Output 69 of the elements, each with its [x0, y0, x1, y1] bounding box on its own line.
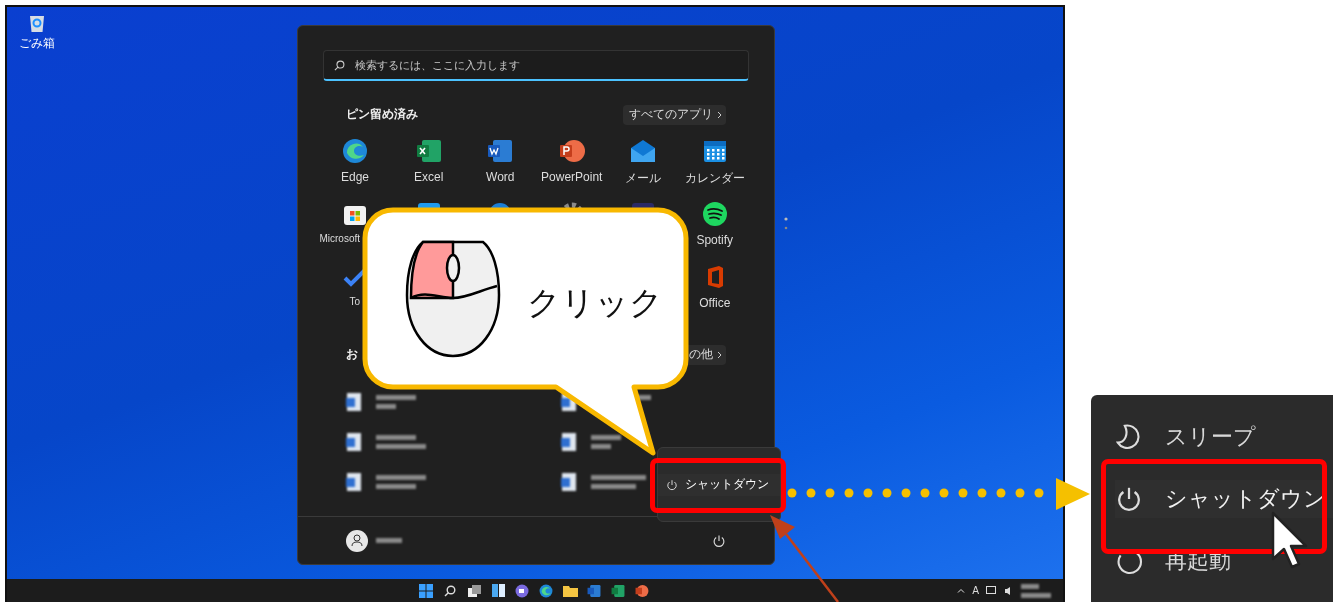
spotify-icon: [701, 201, 728, 227]
app-tile[interactable]: Microsoft: [317, 201, 393, 264]
word-button[interactable]: [586, 582, 602, 599]
blurred-clock: [1021, 583, 1051, 598]
app-tile[interactable]: カレンダー: [679, 138, 751, 201]
blurred-user-name: [376, 538, 402, 543]
edge-button[interactable]: [538, 582, 554, 599]
app-tile[interactable]: Office: [679, 264, 751, 327]
windows-stack-icon: [467, 584, 481, 597]
spreadsheet-icon: [415, 138, 442, 164]
callout-text: クリック: [527, 282, 663, 324]
file-icon: [346, 432, 362, 452]
app-tile[interactable]: Word: [464, 138, 536, 201]
search-icon: [334, 59, 345, 71]
video-chat-icon: [515, 583, 529, 598]
excel-button[interactable]: [610, 582, 626, 599]
file-icon: [561, 432, 577, 452]
edge-icon: [539, 583, 553, 598]
file-icon: [346, 472, 362, 492]
input-mode-indicator[interactable]: A: [972, 585, 979, 596]
app-tile[interactable]: Excel: [393, 138, 465, 201]
section-title: お: [346, 346, 358, 363]
calendar-icon: [701, 138, 728, 164]
blurred-file-name: [591, 435, 621, 449]
edge-icon: [342, 138, 368, 164]
chat-button[interactable]: [514, 582, 530, 599]
app-tile[interactable]: Edge: [317, 138, 393, 201]
chevron-icon: [717, 350, 722, 359]
blurred-file-name: [591, 475, 646, 489]
windows-icon: [419, 583, 433, 598]
all-apps-button[interactable]: すべてのアプリ: [623, 104, 726, 125]
power-icon: [666, 478, 678, 491]
blurred-file-name: [376, 395, 416, 409]
recycle-bin-icon[interactable]: [28, 13, 46, 33]
file-icon: [346, 392, 362, 412]
document-icon: [587, 583, 601, 598]
recycle-bin-label: ごみ箱: [19, 35, 55, 52]
power-icon: [712, 533, 726, 548]
envelope-icon: [630, 138, 657, 164]
presentation-icon: [558, 138, 585, 164]
file-icon: [561, 472, 577, 492]
person-icon: [351, 534, 363, 547]
chevron-icon: [717, 110, 722, 119]
section-title: ピン留め済み: [346, 106, 418, 123]
presentation-icon: [635, 583, 649, 598]
powerpoint-button[interactable]: [634, 582, 650, 599]
blurred-file-name: [376, 435, 426, 449]
page-dots-icon: [784, 217, 788, 230]
spreadsheet-icon: [611, 583, 625, 598]
mouse-cursor-icon: [1271, 511, 1309, 571]
start-button[interactable]: [418, 582, 434, 599]
app-tile[interactable]: Spotify: [679, 201, 751, 264]
search-input[interactable]: 検索するには、ここに入力します: [353, 58, 738, 72]
search-icon: [444, 584, 456, 597]
task-view-button[interactable]: [466, 582, 482, 599]
search-field[interactable]: 検索するには、ここに入力します: [323, 50, 749, 81]
document-icon: [487, 138, 514, 164]
widgets-button[interactable]: [490, 582, 506, 599]
app-tile[interactable]: メール: [607, 138, 679, 201]
chevron-up-icon[interactable]: [957, 588, 966, 593]
monitor-icon[interactable]: [986, 585, 997, 596]
power-menu-item[interactable]: スリープ: [1115, 417, 1333, 456]
app-tile[interactable]: To: [317, 264, 393, 327]
blurred-file-name: [376, 475, 426, 489]
app-tile[interactable]: PowerPoint: [536, 138, 608, 201]
user-avatar[interactable]: [346, 529, 368, 552]
power-menu-item[interactable]: シャットダウン: [658, 473, 780, 496]
folder-icon: [562, 584, 578, 597]
widgets-icon: [491, 584, 505, 597]
